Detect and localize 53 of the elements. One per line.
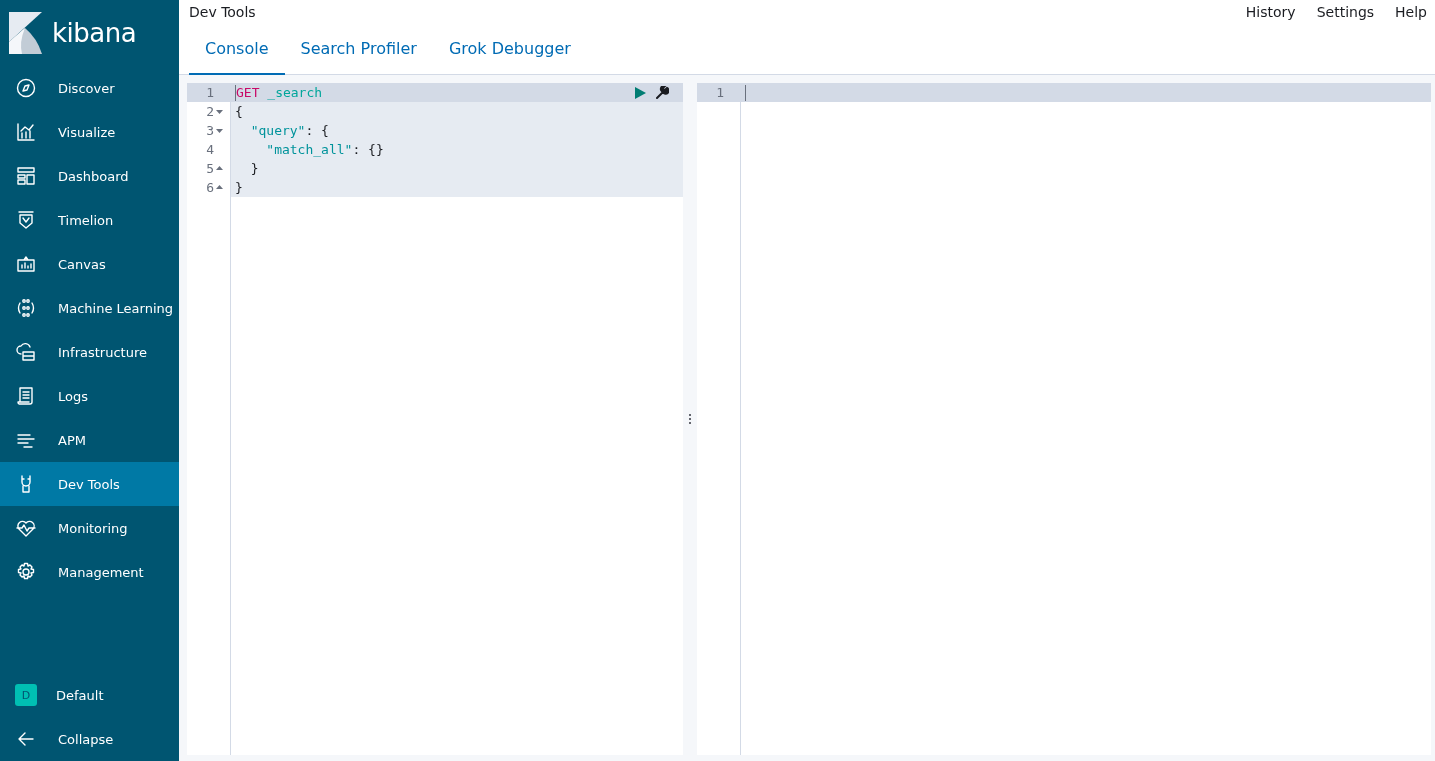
play-icon[interactable] — [635, 86, 646, 99]
code-line: "query": { — [249, 123, 329, 138]
code-line: "match_all": {} — [265, 142, 384, 157]
dots-icon — [16, 298, 36, 318]
cloud-server-icon — [16, 342, 36, 362]
nav-item[interactable]: Dev Tools — [0, 462, 179, 506]
logo-icon — [9, 12, 42, 54]
header-link[interactable]: Settings — [1316, 4, 1375, 20]
line-number: 2 — [206, 104, 214, 119]
tab[interactable]: Search Profiler — [284, 24, 433, 75]
nav-item[interactable]: Logs — [0, 374, 179, 418]
gear-icon — [16, 562, 36, 582]
fold-caret-icon[interactable] — [216, 108, 223, 115]
nav-item[interactable]: Management — [0, 550, 179, 594]
nav-item[interactable]: Visualize — [0, 110, 179, 154]
header-link[interactable]: History — [1245, 4, 1296, 20]
space-avatar: D — [15, 684, 37, 706]
heartbeat-icon — [16, 518, 36, 538]
dashboard-icon — [16, 166, 36, 186]
nav-item[interactable]: Timelion — [0, 198, 179, 242]
document-icon — [16, 386, 36, 406]
fold-caret-icon[interactable] — [216, 127, 223, 134]
line-number: 1 — [716, 85, 724, 100]
compass-icon — [16, 78, 36, 98]
code-line: { — [235, 104, 243, 119]
code-line: } — [249, 161, 259, 176]
easel-icon — [16, 254, 36, 274]
fold-caret-icon[interactable] — [216, 165, 223, 172]
shield-icon — [16, 210, 36, 230]
nav-item[interactable]: Infrastructure — [0, 330, 179, 374]
nav-item[interactable]: Canvas — [0, 242, 179, 286]
code-line: GET _search — [236, 85, 323, 100]
page-title: Dev Tools — [189, 4, 256, 20]
space-selector[interactable]: D Default — [0, 673, 179, 717]
nav-item[interactable]: Machine Learning — [0, 286, 179, 330]
line-number: 6 — [206, 180, 214, 195]
line-number: 3 — [206, 123, 214, 138]
code-line: } — [235, 180, 243, 195]
nav-item[interactable]: Monitoring — [0, 506, 179, 550]
nav-item[interactable]: APM — [0, 418, 179, 462]
nav-item[interactable]: Dashboard — [0, 154, 179, 198]
fold-caret-icon[interactable] — [216, 184, 223, 191]
tab[interactable]: Console — [189, 24, 285, 75]
drag-handle-icon[interactable] — [688, 413, 692, 425]
tab[interactable]: Grok Debugger — [432, 24, 587, 75]
line-number: 5 — [206, 161, 214, 176]
line-number: 1 — [206, 85, 214, 100]
line-number: 4 — [206, 142, 214, 157]
collapse-button[interactable]: Collapse — [0, 717, 179, 761]
header-link[interactable]: Help — [1395, 4, 1427, 20]
nav-item[interactable]: Discover — [0, 66, 179, 110]
brand-name: kibana — [52, 18, 137, 48]
chart-icon — [16, 122, 36, 142]
